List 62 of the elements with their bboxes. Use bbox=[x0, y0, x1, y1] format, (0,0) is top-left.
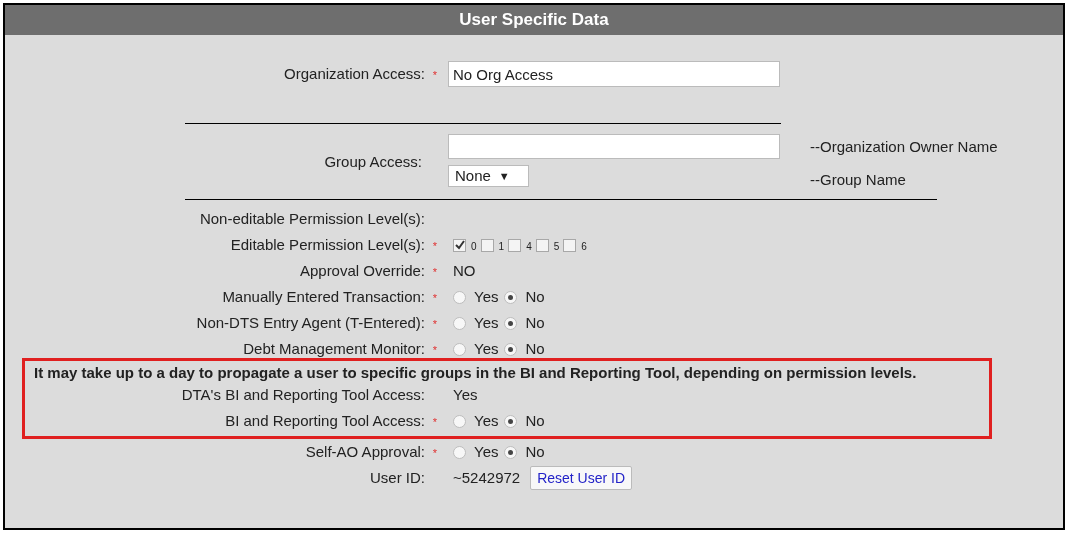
field-hint: --Group Name bbox=[810, 169, 907, 190]
field-label: Non-editable Permission Level(s): bbox=[198, 208, 425, 229]
checkbox[interactable] bbox=[508, 238, 522, 252]
checkbox-label: 0 bbox=[471, 241, 477, 252]
field-label: Manually Entered Transaction: bbox=[221, 286, 425, 307]
required-marker: * bbox=[432, 68, 438, 81]
reset-user-id-button[interactable]: Reset User ID bbox=[530, 466, 633, 490]
radio-button[interactable] bbox=[453, 290, 466, 304]
checkbox[interactable] bbox=[535, 238, 549, 252]
radio-button[interactable] bbox=[504, 290, 518, 304]
required-marker: * bbox=[432, 239, 438, 252]
field-label: Group Access: bbox=[323, 152, 422, 173]
radio-button[interactable] bbox=[504, 414, 518, 428]
field-label: DTA's BI and Reporting Tool Access: bbox=[180, 384, 425, 405]
field-label: Approval Override: bbox=[298, 260, 425, 281]
radio-label: No bbox=[525, 286, 545, 307]
radio-label: No bbox=[525, 441, 545, 462]
required-marker: * bbox=[432, 265, 438, 278]
group-name-dropdown[interactable]: None ▼ bbox=[448, 165, 529, 187]
header-bar: User Specific Data bbox=[5, 5, 1063, 35]
radio-label: Yes bbox=[474, 312, 499, 333]
field-value: NO bbox=[453, 261, 476, 279]
radio-button[interactable] bbox=[504, 445, 518, 459]
radio-button[interactable] bbox=[504, 342, 518, 356]
radio-label: Yes bbox=[474, 286, 499, 307]
radio-button[interactable] bbox=[504, 316, 518, 330]
field-value: Yes bbox=[453, 385, 478, 403]
field-label: User ID: bbox=[369, 467, 425, 488]
field-label: Debt Management Monitor: bbox=[242, 338, 425, 359]
field-hint: --Organization Owner Name bbox=[810, 137, 998, 157]
notice-message: It may take up to a day to propagate a user to specific groups in the BI and Reporting Tool, depending on permission levels. bbox=[34, 364, 918, 382]
radio-label: No bbox=[525, 312, 545, 333]
checkbox[interactable] bbox=[453, 238, 466, 252]
checkbox-label: 6 bbox=[581, 241, 587, 252]
required-marker: * bbox=[432, 291, 438, 304]
radio-button[interactable] bbox=[453, 316, 466, 330]
radio-label: Yes bbox=[474, 338, 499, 359]
field-label: BI and Reporting Tool Access: bbox=[224, 410, 425, 431]
checkbox-label: 5 bbox=[553, 241, 560, 252]
required-marker: * bbox=[432, 317, 438, 330]
radio-label: No bbox=[525, 338, 545, 359]
radio-label: Yes bbox=[474, 410, 499, 431]
user-id-value: ~5242972 bbox=[453, 467, 521, 488]
checkbox[interactable] bbox=[563, 238, 577, 252]
required-marker: * bbox=[432, 343, 438, 356]
checkbox-label: 1 bbox=[498, 241, 505, 252]
radio-button[interactable] bbox=[453, 445, 466, 459]
field-label: Editable Permission Level(s): bbox=[229, 234, 425, 255]
organization-access-field[interactable]: No Org Access bbox=[448, 61, 780, 87]
radio-button[interactable] bbox=[453, 414, 466, 428]
check-icon bbox=[454, 240, 465, 250]
radio-button[interactable] bbox=[453, 342, 466, 356]
checkbox[interactable] bbox=[480, 238, 494, 252]
checkbox-label: 4 bbox=[526, 241, 532, 252]
field-label: Organization Access: bbox=[283, 63, 425, 84]
radio-label: No bbox=[525, 410, 545, 431]
required-marker: * bbox=[432, 446, 438, 459]
field-label: Non-DTS Entry Agent (T-Entered): bbox=[195, 312, 425, 333]
owner-name-field[interactable] bbox=[448, 134, 780, 159]
field-label: Self-AO Approval: bbox=[304, 441, 425, 462]
required-marker: * bbox=[432, 415, 438, 428]
radio-label: Yes bbox=[474, 441, 499, 462]
